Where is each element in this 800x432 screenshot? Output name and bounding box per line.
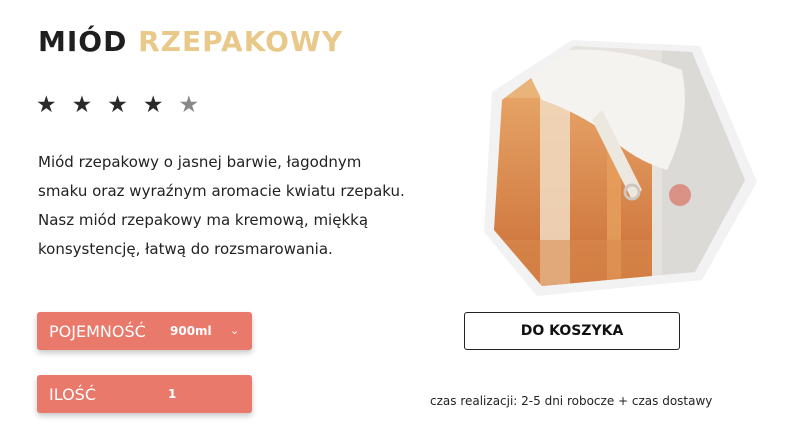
product-photo bbox=[484, 40, 757, 296]
chevron-down-icon: ⌄ bbox=[230, 324, 240, 337]
quantity-label: ILOŚĆ bbox=[49, 384, 96, 404]
product-title-accent: RZEPAKOWY bbox=[138, 25, 344, 58]
delivery-time-note: czas realizacji: 2-5 dni robocze + czas … bbox=[430, 394, 713, 408]
product-title-main: MIÓD bbox=[38, 25, 128, 58]
quantity-value[interactable]: 1 bbox=[168, 387, 176, 401]
product-title: MIÓD RZEPAKOWY bbox=[38, 24, 343, 60]
capacity-value: 900ml bbox=[170, 324, 212, 338]
rating-stars: ★ ★ ★ ★ ★ bbox=[36, 92, 199, 118]
star-icon: ★ bbox=[107, 92, 128, 118]
star-icon: ★ bbox=[71, 92, 93, 118]
capacity-label: POJEMNOŚĆ bbox=[49, 321, 146, 341]
quantity-field[interactable]: ILOŚĆ 1 bbox=[37, 375, 252, 413]
star-icon: ★ bbox=[142, 92, 164, 118]
capacity-select[interactable]: POJEMNOŚĆ 900ml ⌄ bbox=[37, 312, 252, 350]
star-empty-icon: ★ bbox=[178, 92, 200, 118]
add-to-cart-button[interactable]: DO KOSZYKA bbox=[464, 312, 680, 350]
product-description: Miód rzepakowy o jasnej barwie, łagodnym… bbox=[38, 153, 405, 258]
star-icon: ★ bbox=[36, 92, 57, 118]
